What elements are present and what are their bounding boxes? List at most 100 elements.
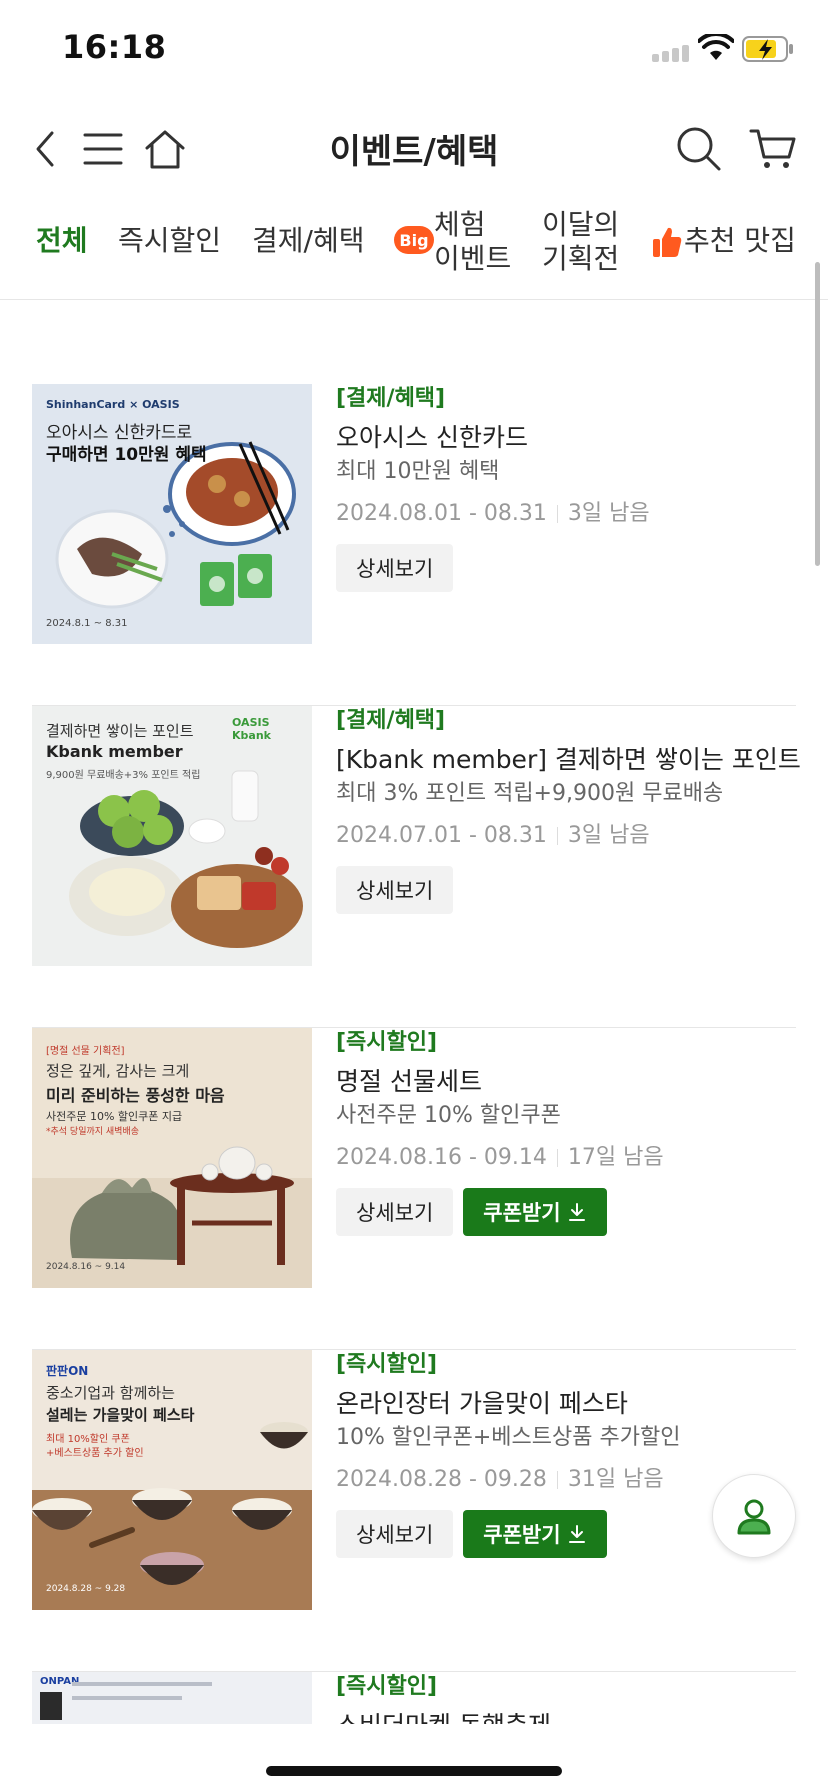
banner-brand: OASIS Kbank: [232, 716, 271, 742]
banner-line1: 중소기업과 함께하는: [46, 1384, 175, 1402]
event-title[interactable]: 온라인장터 가을맞이 페스타: [336, 1386, 796, 1422]
tab-recommended-restaurants[interactable]: 추천 맛집: [684, 224, 796, 258]
detail-button[interactable]: 상세보기: [336, 544, 454, 592]
event-category: [즉시할인]: [336, 1030, 438, 1055]
download-icon: [568, 1525, 585, 1543]
search-icon[interactable]: [674, 124, 724, 174]
scrollbar[interactable]: [815, 262, 820, 566]
event-subtitle: 최대 3% 포인트 적립+9,900원 무료배송: [336, 781, 724, 806]
meta-divider: [556, 1149, 558, 1167]
banner-line3: 9,900원 무료배송+3% 포인트 적립: [46, 770, 201, 781]
banner-tag: [명절 선물 기획전]: [46, 1046, 125, 1057]
status-time: 16:18: [62, 28, 167, 66]
event-info: [결제/혜택] [Kbank member] 결제하면 쌓이는 포인트 최대 3…: [336, 706, 801, 914]
event-remaining: 3일 남음: [567, 501, 650, 526]
event-period: 2024.07.01 - 08.31: [336, 823, 547, 848]
banner-line2: 구매하면 10만원 혜택: [46, 445, 207, 465]
event-actions: 상세보기: [336, 866, 796, 914]
tab-experience-event-line2: 이벤트: [434, 242, 512, 275]
wifi-icon: [698, 34, 734, 60]
tab-monthly-special-line1: 이달의: [542, 208, 620, 241]
battery-icon: [742, 36, 793, 62]
meta-divider: [556, 827, 558, 845]
event-banner-image[interactable]: ShinhanCard × OASIS 오아시스 신한카드로 구매하면 10만원…: [32, 384, 312, 644]
banner-text-line: [72, 1696, 182, 1700]
cart-icon[interactable]: [748, 124, 798, 174]
banner-line4: *추석 당일까지 새벽배송: [46, 1127, 140, 1137]
event-info: [즉시할인] 명절 선물세트 사전주문 10% 할인쿠폰 2024.08.16 …: [336, 1028, 796, 1236]
banner-line2: Kbank member: [46, 742, 183, 761]
meta-divider: [556, 505, 558, 523]
big-badge: Big: [394, 226, 434, 254]
banner-line2: 설레는 가을맞이 페스타: [46, 1406, 195, 1424]
event-meta: 2024.08.01 - 08.31 3일 남음: [336, 498, 796, 530]
event-meta: 2024.08.16 - 09.14 17일 남음: [336, 1142, 796, 1174]
event-remaining: 31일 남음: [567, 1467, 664, 1492]
detail-button[interactable]: 상세보기: [336, 1188, 454, 1236]
coupon-button[interactable]: 쿠폰받기: [463, 1510, 607, 1558]
event-item[interactable]: [명절 선물 기획전] 정은 깊게, 감사는 크게 미리 준비하는 풍성한 마음…: [32, 1028, 796, 1350]
event-subtitle: 사전주문 10% 할인쿠폰: [336, 1103, 561, 1128]
banner-date: 2024.8.1 ~ 8.31: [46, 618, 128, 629]
detail-button[interactable]: 상세보기: [336, 1510, 454, 1558]
banner-line3: 사전주문 10% 할인쿠폰 지급: [46, 1110, 183, 1123]
thumbs-up-icon: [653, 227, 682, 257]
banner-line4: +베스트상품 추가 할인: [46, 1448, 144, 1459]
event-title[interactable]: [Kbank member] 결제하면 쌓이는 포인트: [336, 742, 801, 778]
event-title[interactable]: 오아시스 신한카드: [336, 420, 796, 456]
event-period: 2024.08.16 - 09.14: [336, 1145, 547, 1170]
coupon-button-label: 쿠폰받기: [483, 1523, 561, 1547]
event-title[interactable]: 명절 선물세트: [336, 1064, 796, 1100]
coupon-button-label: 쿠폰받기: [483, 1201, 561, 1225]
event-item[interactable]: OASIS Kbank 결제하면 쌓이는 포인트 Kbank member 9,…: [32, 706, 801, 1028]
tab-instant-discount[interactable]: 즉시할인: [118, 224, 221, 258]
event-category: [결제/혜택]: [336, 708, 446, 733]
event-item[interactable]: ShinhanCard × OASIS 오아시스 신한카드로 구매하면 10만원…: [32, 384, 796, 706]
banner-line3: 최대 10%할인 쿠폰: [46, 1434, 130, 1445]
event-item[interactable]: 판판ON 중소기업과 함께하는 설레는 가을맞이 페스타 최대 10%할인 쿠폰…: [32, 1350, 796, 1672]
event-info: [즉시할인] 소비더마켓 동행축제: [336, 1672, 796, 1724]
event-remaining: 3일 남음: [567, 823, 650, 848]
event-subtitle: 10% 할인쿠폰+베스트상품 추가할인: [336, 1425, 681, 1450]
banner-line1: 정은 깊게, 감사는 크게: [46, 1062, 190, 1080]
user-icon: [737, 1499, 771, 1535]
cellular-signal-icon: [652, 42, 692, 62]
home-indicator: [266, 1766, 562, 1776]
event-category: [결제/혜택]: [336, 386, 446, 411]
banner-date: 2024.8.16 ~ 9.14: [46, 1262, 126, 1272]
banner-date: 2024.8.28 ~ 9.28: [46, 1584, 126, 1594]
event-category: [즉시할인]: [336, 1674, 438, 1699]
banner-brand: 판판ON: [46, 1364, 89, 1378]
detail-button[interactable]: 상세보기: [336, 866, 454, 914]
event-banner-image[interactable]: [명절 선물 기획전] 정은 깊게, 감사는 크게 미리 준비하는 풍성한 마음…: [32, 1028, 312, 1288]
status-bar: 16:18: [0, 0, 828, 100]
banner-brand: ShinhanCard × OASIS: [46, 398, 180, 411]
event-period: 2024.08.01 - 08.31: [336, 501, 547, 526]
event-banner-image[interactable]: ONPAN: [32, 1672, 312, 1724]
banner-line2: 미리 준비하는 풍성한 마음: [46, 1086, 225, 1105]
banner-logo: [40, 1692, 62, 1720]
event-banner-image[interactable]: OASIS Kbank 결제하면 쌓이는 포인트 Kbank member 9,…: [32, 706, 312, 966]
event-category: [즉시할인]: [336, 1352, 438, 1377]
event-info: [결제/혜택] 오아시스 신한카드 최대 10만원 혜택 2024.08.01 …: [336, 384, 796, 592]
tab-experience-event[interactable]: 체험 이벤트: [434, 208, 511, 276]
app-header: 이벤트/혜택: [0, 100, 828, 196]
profile-floating-button[interactable]: [712, 1474, 796, 1558]
event-subtitle: 최대 10만원 혜택: [336, 459, 500, 484]
coupon-button[interactable]: 쿠폰받기: [463, 1188, 607, 1236]
tab-monthly-special[interactable]: 이달의 기획전: [542, 208, 619, 276]
event-item[interactable]: ONPAN [즉시할인] 소비더마켓 동행축제: [32, 1672, 796, 1724]
banner-text-line: [72, 1682, 212, 1686]
event-banner-image[interactable]: 판판ON 중소기업과 함께하는 설레는 가을맞이 페스타 최대 10%할인 쿠폰…: [32, 1350, 312, 1610]
event-actions: 상세보기: [336, 544, 796, 592]
download-icon: [568, 1203, 585, 1221]
event-period: 2024.08.28 - 09.28: [336, 1467, 547, 1492]
tab-all[interactable]: 전체: [36, 224, 88, 258]
event-title[interactable]: 소비더마켓 동행축제: [336, 1708, 796, 1724]
tab-payment-benefits[interactable]: 결제/혜택: [252, 224, 364, 258]
banner-line1: 결제하면 쌓이는 포인트: [46, 722, 194, 740]
event-remaining: 17일 남음: [567, 1145, 664, 1170]
event-meta: 2024.07.01 - 08.31 3일 남음: [336, 820, 796, 852]
tab-experience-event-line1: 체험: [434, 208, 486, 241]
meta-divider: [556, 1471, 558, 1489]
